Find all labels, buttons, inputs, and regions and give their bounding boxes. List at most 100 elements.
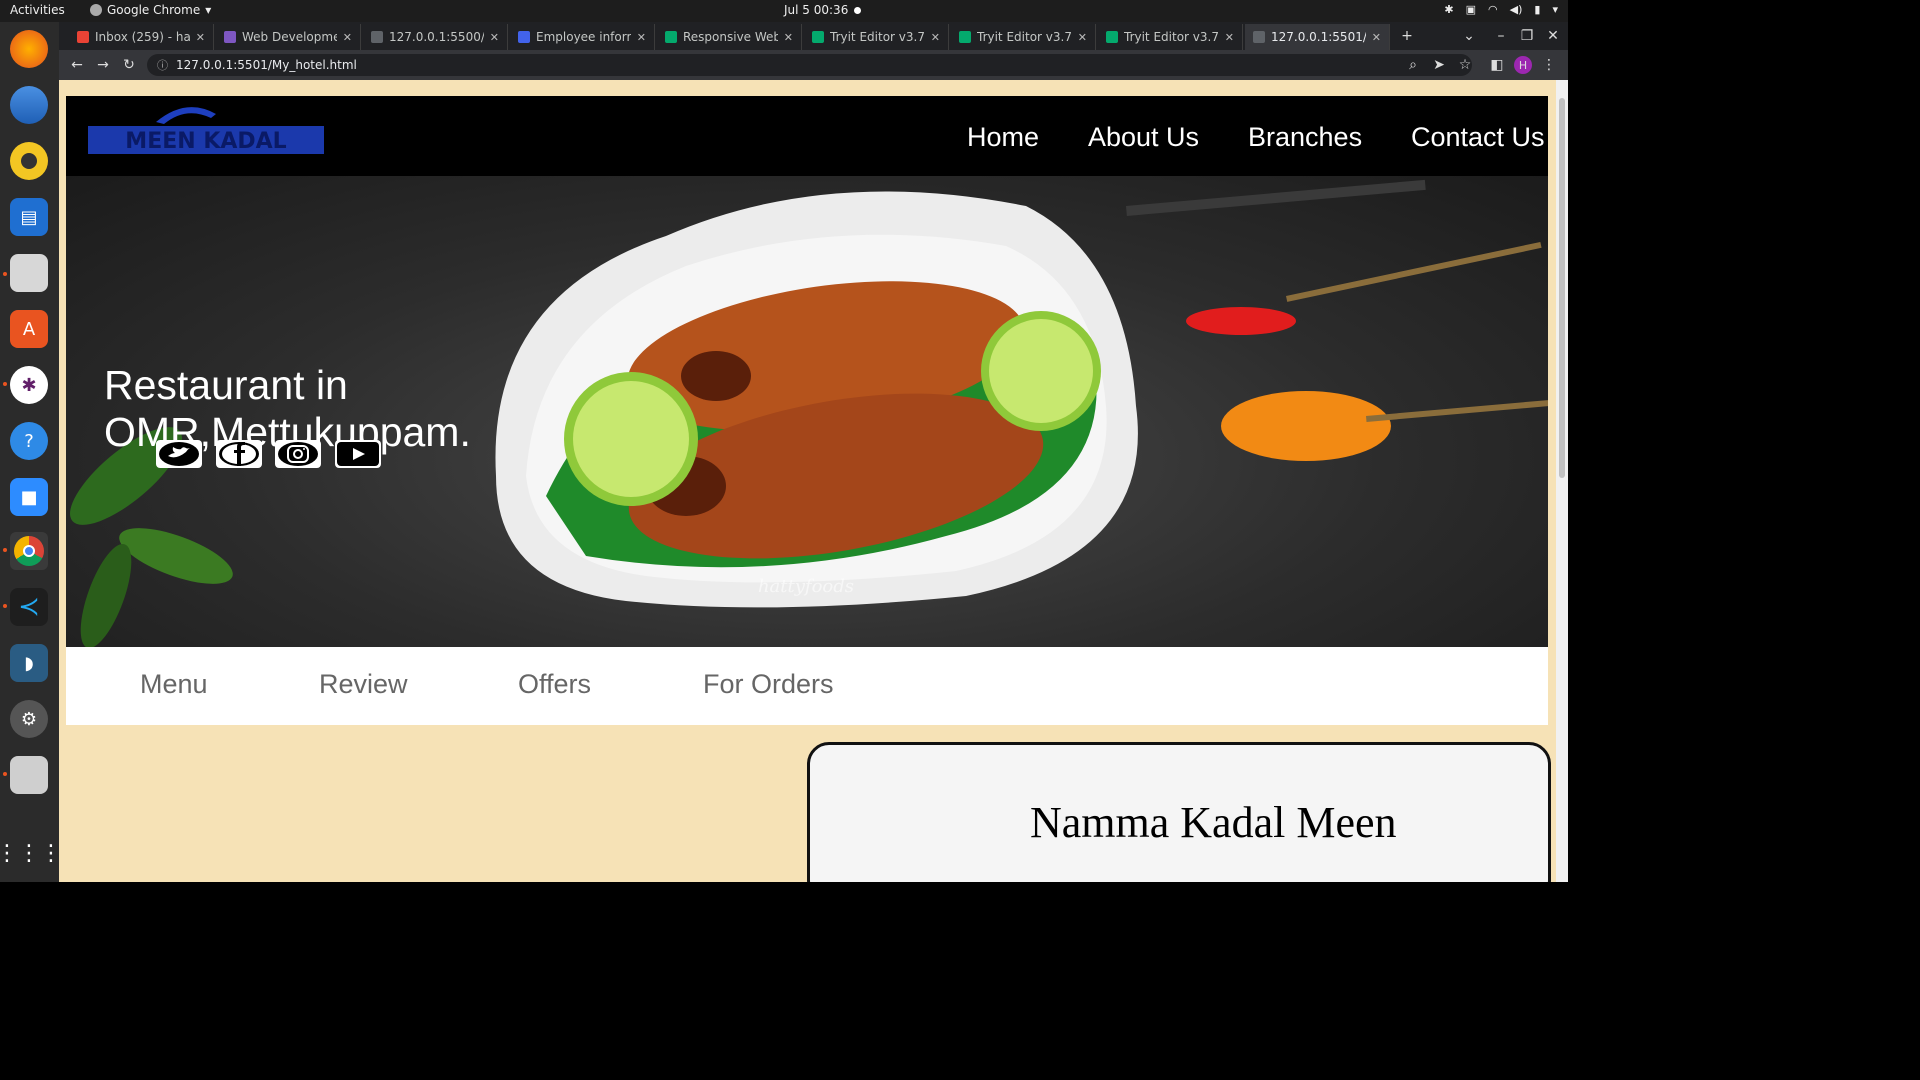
address-bar[interactable]: ⓘ 127.0.0.1:5501/My_hotel.html (147, 54, 1472, 76)
battery-icon[interactable]: ▮ (1534, 3, 1540, 16)
chrome-small-icon (90, 4, 102, 16)
firefox-icon[interactable] (10, 30, 48, 68)
subnav-offers[interactable]: Offers (518, 669, 591, 700)
gmail-icon (77, 31, 89, 43)
help-icon[interactable]: ? (10, 422, 48, 460)
running-indicator (3, 382, 7, 386)
slack-tray-icon[interactable]: ✱ (1444, 3, 1453, 16)
profile-avatar[interactable]: H (1514, 56, 1532, 74)
new-tab-button[interactable]: + (1397, 26, 1417, 46)
system-top-bar: Activities Google Chrome ▾ Jul 5 00:36 ✱… (0, 0, 1568, 22)
tab-title: Tryit Editor v3.7 (1124, 30, 1219, 44)
nav-branches[interactable]: Branches (1248, 122, 1362, 153)
tab-close-icon[interactable]: ✕ (490, 31, 499, 44)
app-menu[interactable]: Google Chrome ▾ (90, 3, 211, 17)
hero-banner: hattyfoods Restaurant in OMR,Mettukuppam… (66, 176, 1548, 647)
globe-icon (371, 31, 383, 43)
vscode-icon[interactable]: ≺ (10, 588, 48, 626)
sub-navbar: Menu Review Offers For Orders (66, 647, 1548, 725)
files-icon[interactable] (10, 254, 48, 292)
thunderbird-icon[interactable] (10, 86, 48, 124)
tab-close-icon[interactable]: ✕ (1225, 31, 1234, 44)
browser-tab[interactable]: Tryit Editor v3.7 ✕ (1098, 24, 1243, 50)
browser-tab[interactable]: Tryit Editor v3.7 ✕ (951, 24, 1096, 50)
twitter-icon[interactable] (156, 440, 202, 468)
back-icon[interactable]: ← (67, 55, 87, 75)
tab-title: 127.0.0.1:5500/p (389, 30, 484, 44)
tab-title: Tryit Editor v3.7 (977, 30, 1072, 44)
logo-text: MEEN KADAL (125, 129, 286, 154)
menu-kebab-icon[interactable]: ⋮ (1539, 55, 1559, 75)
chrome-icon[interactable] (10, 532, 48, 570)
globe-icon (1253, 31, 1265, 43)
activities-button[interactable]: Activities (10, 3, 65, 17)
page-scrollbar[interactable] (1556, 80, 1568, 882)
browser-window: Inbox (259) - haic✕Web Developme✕127.0.0… (59, 22, 1568, 882)
maximize-button[interactable]: ❐ (1517, 26, 1537, 46)
browser-tab[interactable]: 127.0.0.1:5500/p ✕ (363, 24, 508, 50)
browser-toolbar: ← → ↻ ⓘ 127.0.0.1:5501/My_hotel.html ⌕ ➤… (59, 50, 1568, 80)
tab-close-icon[interactable]: ✕ (637, 31, 646, 44)
clock[interactable]: Jul 5 00:36 (784, 3, 862, 17)
tab-close-icon[interactable]: ✕ (343, 31, 352, 44)
running-indicator (3, 772, 7, 776)
side-panel-icon[interactable]: ◧ (1487, 55, 1507, 75)
power-menu-icon[interactable]: ▾ (1552, 3, 1558, 16)
tab-strip: Inbox (259) - haic✕Web Developme✕127.0.0… (59, 22, 1568, 50)
mysql-workbench-icon[interactable]: ◗ (10, 644, 48, 682)
subnav-review[interactable]: Review (319, 669, 408, 700)
system-tray[interactable]: ✱ ▣ ◠ ◀) ▮ ▾ (1444, 3, 1558, 16)
meen-kadal-logo[interactable]: MEEN KADAL (86, 102, 326, 162)
nav-home[interactable]: Home (967, 122, 1039, 153)
tab-search-icon[interactable]: ⌄ (1459, 26, 1479, 46)
tab-title: 127.0.0.1:5501/M (1271, 30, 1366, 44)
youtube-icon[interactable] (335, 440, 381, 468)
info-icon[interactable]: ⓘ (157, 57, 168, 73)
tab-close-icon[interactable]: ✕ (931, 31, 940, 44)
instagram-icon[interactable] (275, 440, 321, 468)
close-window-button[interactable]: ✕ (1543, 26, 1563, 46)
browser-tab[interactable]: 127.0.0.1:5501/M ✕ (1245, 24, 1390, 50)
tab-close-icon[interactable]: ✕ (196, 31, 205, 44)
wifi-icon[interactable]: ◠ (1488, 3, 1498, 16)
facebook-icon[interactable] (216, 440, 262, 468)
info-card: Namma Kadal Meen (807, 742, 1551, 882)
nav-contact-us[interactable]: Contact Us (1411, 122, 1545, 153)
tab-close-icon[interactable]: ✕ (1372, 31, 1381, 44)
notification-dot-icon (854, 6, 862, 14)
forward-icon[interactable]: → (93, 55, 113, 75)
show-apps-icon[interactable]: ⋮⋮⋮ (0, 834, 62, 872)
zoom-icon[interactable]: ⌕ (1403, 55, 1423, 75)
settings-icon[interactable]: ⚙ (10, 700, 48, 738)
w3-icon (1106, 31, 1118, 43)
bookmark-star-icon[interactable]: ☆ (1455, 55, 1475, 75)
rhythmbox-icon[interactable] (10, 142, 48, 180)
dock: ▤ A ✱ ? ■ ≺ ◗ ⚙ ⋮⋮⋮ (0, 22, 62, 882)
browser-tab[interactable]: Responsive Web ✕ (657, 24, 802, 50)
reload-icon[interactable]: ↻ (119, 55, 139, 75)
browser-tab[interactable]: Inbox (259) - haic ✕ (69, 24, 214, 50)
software-icon[interactable]: A (10, 310, 48, 348)
tab-title: Web Developme (242, 30, 337, 44)
nav-about-us[interactable]: About Us (1088, 122, 1199, 153)
running-indicator (3, 272, 7, 276)
browser-tab[interactable]: Tryit Editor v3.7 ✕ (804, 24, 949, 50)
zoom-tray-icon[interactable]: ▣ (1466, 3, 1476, 16)
browser-tab[interactable]: Web Developme ✕ (216, 24, 361, 50)
tab-title: Employee inform (536, 30, 631, 44)
url-text: 127.0.0.1:5501/My_hotel.html (176, 58, 357, 72)
volume-icon[interactable]: ◀) (1510, 3, 1523, 16)
minimize-button[interactable]: – (1491, 26, 1511, 46)
browser-tab[interactable]: Employee inform ✕ (510, 24, 655, 50)
scrollbar-thumb[interactable] (1559, 98, 1565, 478)
clock-label: Jul 5 00:36 (784, 3, 849, 17)
writer-icon[interactable]: ▤ (10, 198, 48, 236)
tab-close-icon[interactable]: ✕ (784, 31, 793, 44)
subnav-for-orders[interactable]: For Orders (703, 669, 834, 700)
subnav-menu[interactable]: Menu (140, 669, 208, 700)
archive-icon[interactable] (10, 756, 48, 794)
tab-close-icon[interactable]: ✕ (1078, 31, 1087, 44)
zoom-icon[interactable]: ■ (10, 478, 48, 516)
send-tab-icon[interactable]: ➤ (1429, 55, 1449, 75)
slack-icon[interactable]: ✱ (10, 366, 48, 404)
